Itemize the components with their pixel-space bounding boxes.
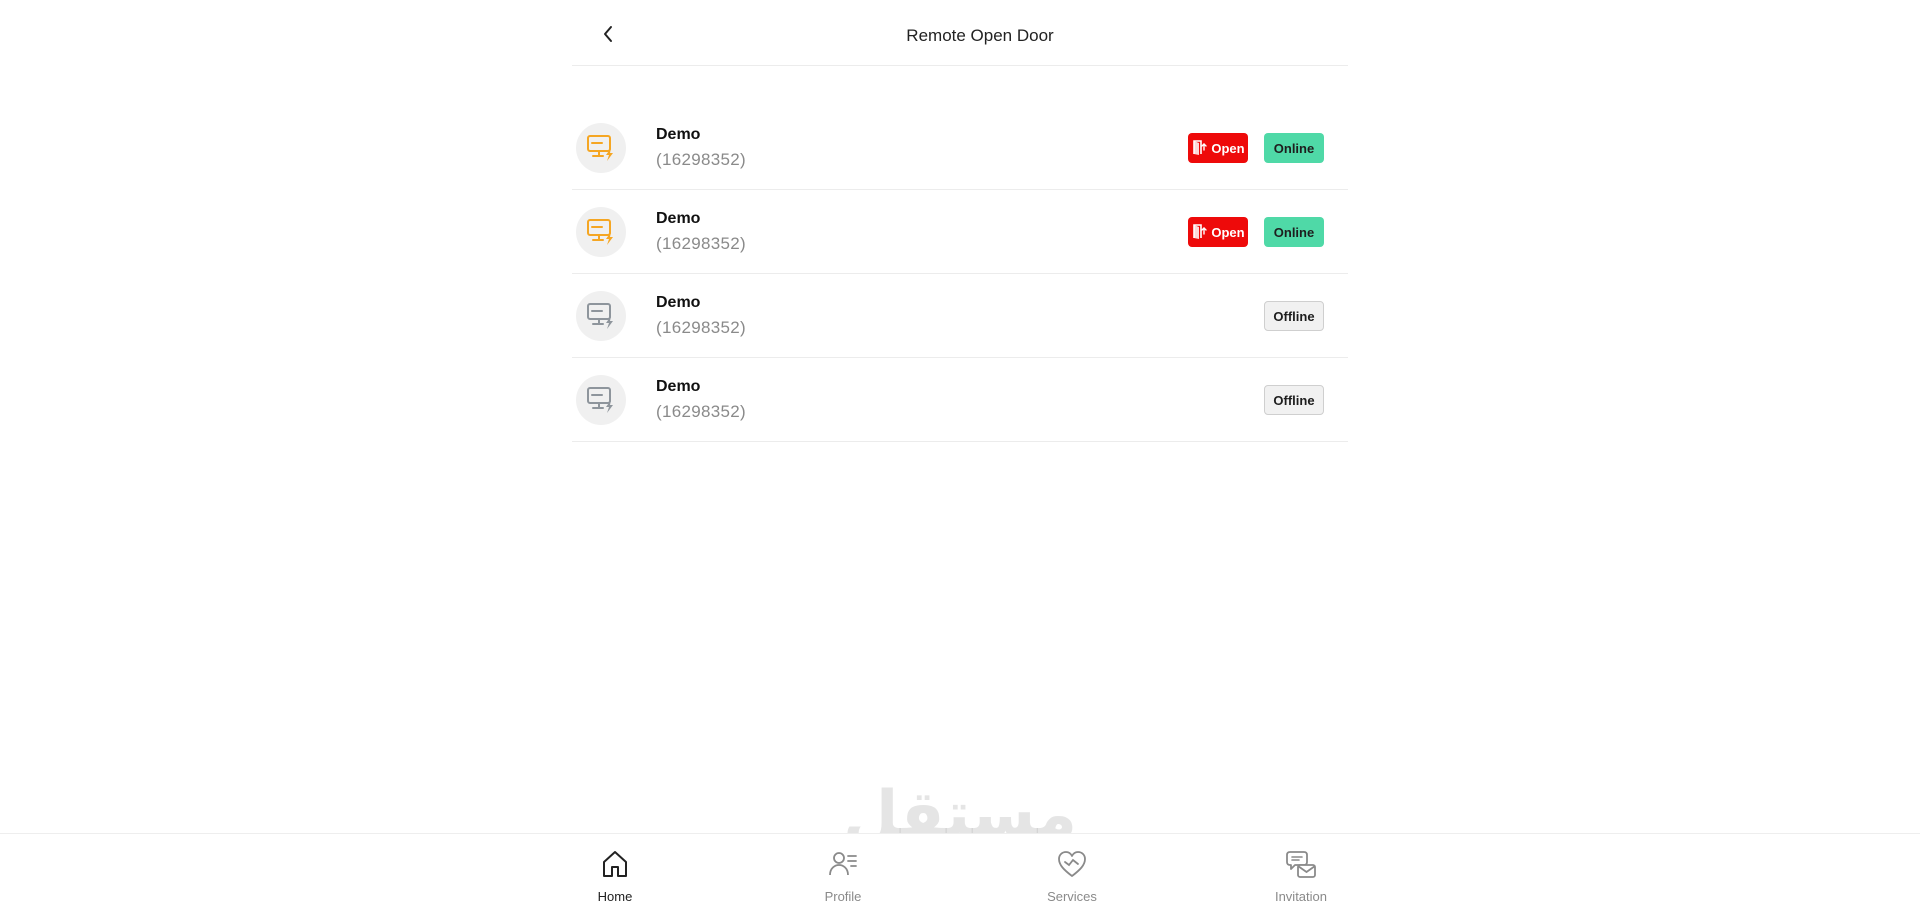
device-name: Demo <box>656 378 701 395</box>
device-row[interactable]: Demo (16298352) Open Online <box>572 190 1348 274</box>
open-door-label: Open <box>1211 224 1245 240</box>
open-door-button[interactable]: Open <box>1188 217 1248 247</box>
tab-invitation[interactable]: Invitation <box>1256 848 1346 904</box>
device-monitor-icon <box>576 291 626 341</box>
page-title: Remote Open Door <box>906 26 1054 45</box>
tab-profile-label: Profile <box>824 889 862 904</box>
status-badge: Offline <box>1264 301 1324 331</box>
open-door-button[interactable]: Open <box>1188 133 1248 163</box>
device-code: (16298352) <box>656 318 746 337</box>
bottom-tab-bar: Home Profile Services Invitation <box>0 833 1920 919</box>
device-code: (16298352) <box>656 402 746 421</box>
tab-home-label: Home <box>597 889 633 904</box>
status-badge: Offline <box>1264 385 1324 415</box>
tab-services[interactable]: Services <box>1027 848 1117 904</box>
device-code: (16298352) <box>656 234 746 253</box>
open-door-label: Open <box>1211 140 1245 156</box>
device-name: Demo <box>656 126 701 143</box>
device-name: Demo <box>656 210 701 227</box>
status-badge: Online <box>1264 133 1324 163</box>
header: Remote Open Door <box>572 0 1348 66</box>
profile-icon <box>827 848 859 885</box>
tab-home[interactable]: Home <box>570 848 660 904</box>
tab-profile[interactable]: Profile <box>798 848 888 904</box>
invitation-icon <box>1285 848 1317 885</box>
home-icon <box>599 848 631 885</box>
device-monitor-icon <box>576 123 626 173</box>
device-monitor-icon <box>576 207 626 257</box>
app-root: Remote Open Door Demo (16298352) Open Onlin… <box>572 0 1348 919</box>
device-row[interactable]: Demo (16298352) Open Online <box>572 106 1348 190</box>
tab-services-label: Services <box>1047 889 1097 904</box>
device-name: Demo <box>656 294 701 311</box>
device-list: Demo (16298352) Open Online Demo (16298352) Op… <box>572 106 1348 442</box>
tab-invitation-label: Invitation <box>1274 889 1328 904</box>
door-open-icon <box>1191 222 1209 243</box>
device-row[interactable]: Demo (16298352) Offline <box>572 358 1348 442</box>
services-icon <box>1056 848 1088 885</box>
door-open-icon <box>1191 138 1209 159</box>
device-code: (16298352) <box>656 150 746 169</box>
device-row[interactable]: Demo (16298352) Offline <box>572 274 1348 358</box>
device-monitor-icon <box>576 375 626 425</box>
status-badge: Online <box>1264 217 1324 247</box>
